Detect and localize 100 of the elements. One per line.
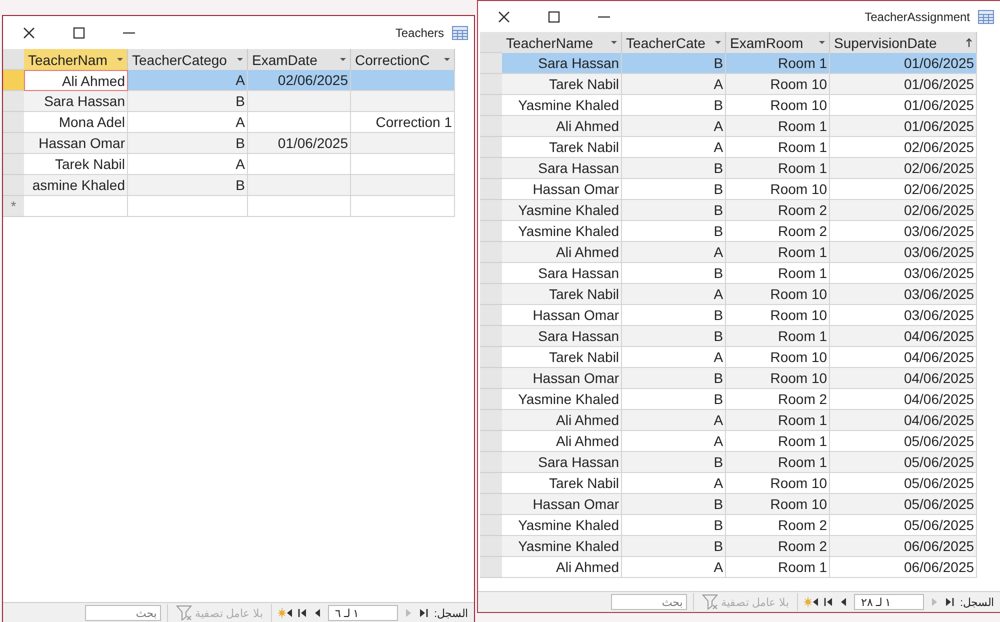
row-selector[interactable] <box>480 389 502 410</box>
row-selector[interactable] <box>480 368 502 389</box>
table-cell[interactable]: 05/06/2025 <box>830 452 978 473</box>
record-number-field[interactable]: ١ لـ ٢٨ <box>854 594 924 610</box>
table-cell[interactable]: A <box>622 116 726 137</box>
new-record-icon[interactable] <box>804 597 818 607</box>
table-cell[interactable]: Room 10 <box>726 284 830 305</box>
table-cell[interactable]: 03/06/2025 <box>830 284 978 305</box>
table-cell[interactable]: Ali Ahmed <box>24 70 128 91</box>
table-cell[interactable]: B <box>128 133 248 154</box>
table-cell[interactable]: Room 2 <box>726 200 830 221</box>
table-cell[interactable]: 06/06/2025 <box>830 536 978 557</box>
next-record-icon[interactable] <box>312 608 322 618</box>
row-selector[interactable] <box>480 410 502 431</box>
table-cell[interactable] <box>128 196 248 217</box>
table-cell[interactable]: Ali Ahmed <box>502 557 622 578</box>
next-record-icon[interactable] <box>838 597 848 607</box>
dropdown-caret-icon[interactable] <box>237 58 243 61</box>
table-cell[interactable]: Room 10 <box>726 74 830 95</box>
table-cell[interactable]: B <box>622 53 726 74</box>
table-cell[interactable]: B <box>622 368 726 389</box>
table-cell[interactable]: Room 1 <box>726 242 830 263</box>
row-selector[interactable] <box>3 112 24 133</box>
search-field[interactable]: بحث <box>84 605 161 621</box>
table-cell[interactable]: B <box>622 326 726 347</box>
table-cell[interactable]: A <box>622 74 726 95</box>
table-cell[interactable]: Hassan Omar <box>502 368 622 389</box>
row-selector[interactable] <box>480 158 502 179</box>
sort-ascending-icon[interactable] <box>966 37 972 48</box>
table-cell[interactable]: 02/06/2025 <box>830 200 978 221</box>
previous-record-icon[interactable] <box>930 597 939 607</box>
row-selector[interactable] <box>480 347 502 368</box>
table-cell[interactable]: 04/06/2025 <box>830 368 978 389</box>
table-cell[interactable]: Ali Ahmed <box>502 242 622 263</box>
table-cell[interactable]: 01/06/2025 <box>830 116 978 137</box>
dropdown-caret-icon[interactable] <box>444 58 450 61</box>
table-cell[interactable]: Sara Hassan <box>502 158 622 179</box>
table-cell[interactable]: 04/06/2025 <box>830 326 978 347</box>
row-selector[interactable] <box>480 179 502 200</box>
table-cell[interactable]: Ali Ahmed <box>502 410 622 431</box>
column-header[interactable]: TeacherNam <box>24 49 128 70</box>
table-cell[interactable]: A <box>622 242 726 263</box>
table-cell[interactable]: B <box>622 158 726 179</box>
table-cell[interactable]: A <box>622 284 726 305</box>
table-cell[interactable]: Hassan Omar <box>24 133 128 154</box>
dropdown-caret-icon[interactable] <box>117 58 123 61</box>
table-cell[interactable]: A <box>128 70 248 91</box>
table-cell[interactable] <box>248 196 351 217</box>
table-cell[interactable]: B <box>622 200 726 221</box>
last-record-icon[interactable] <box>824 597 833 607</box>
maximize-icon[interactable] <box>73 26 85 38</box>
table-cell[interactable]: Room 1 <box>726 53 830 74</box>
row-selector[interactable] <box>480 221 502 242</box>
table-cell[interactable]: Room 1 <box>726 158 830 179</box>
table-cell[interactable]: B <box>622 452 726 473</box>
row-selector[interactable] <box>3 133 24 154</box>
row-selector[interactable] <box>480 557 502 578</box>
column-header[interactable]: SupervisionDate <box>830 32 978 53</box>
table-cell[interactable]: Room 1 <box>726 410 830 431</box>
row-selector[interactable] <box>3 91 24 112</box>
last-record-icon[interactable] <box>298 608 307 618</box>
table-cell[interactable]: 01/06/2025 <box>248 133 351 154</box>
select-all-corner[interactable] <box>3 49 24 70</box>
row-selector[interactable] <box>3 154 24 175</box>
row-selector[interactable] <box>480 452 502 473</box>
table-cell[interactable] <box>351 196 455 217</box>
table-cell[interactable]: Tarek Nabil <box>502 284 622 305</box>
table-cell[interactable]: 02/06/2025 <box>248 70 351 91</box>
table-cell[interactable] <box>24 196 128 217</box>
new-record-icon[interactable] <box>278 608 292 618</box>
table-cell[interactable]: B <box>128 175 248 196</box>
table-cell[interactable]: Room 1 <box>726 452 830 473</box>
row-selector[interactable] <box>480 53 502 74</box>
row-selector[interactable] <box>480 284 502 305</box>
table-cell[interactable]: Sara Hassan <box>502 53 622 74</box>
row-selector[interactable] <box>480 305 502 326</box>
previous-record-icon[interactable] <box>404 608 413 618</box>
table-cell[interactable] <box>248 175 351 196</box>
table-cell[interactable] <box>351 133 455 154</box>
maximize-icon[interactable] <box>548 10 560 22</box>
table-cell[interactable] <box>351 91 455 112</box>
table-cell[interactable]: asmine Khaled <box>24 175 128 196</box>
table-cell[interactable]: Tarek Nabil <box>502 74 622 95</box>
row-selector[interactable] <box>480 326 502 347</box>
table-cell[interactable] <box>248 91 351 112</box>
table-cell[interactable]: A <box>622 410 726 431</box>
table-cell[interactable] <box>351 175 455 196</box>
table-cell[interactable]: Ali Ahmed <box>502 116 622 137</box>
table-cell[interactable]: Sara Hassan <box>502 452 622 473</box>
row-selector[interactable] <box>480 116 502 137</box>
table-cell[interactable]: Room 1 <box>726 557 830 578</box>
column-header[interactable]: TeacherName <box>502 32 622 53</box>
table-cell[interactable]: B <box>128 91 248 112</box>
row-selector[interactable] <box>480 473 502 494</box>
close-icon[interactable] <box>23 26 35 38</box>
row-selector[interactable] <box>480 536 502 557</box>
first-record-icon[interactable] <box>418 608 428 618</box>
column-header[interactable]: ExamDate <box>248 49 351 70</box>
table-cell[interactable]: 05/06/2025 <box>830 494 978 515</box>
dropdown-caret-icon[interactable] <box>611 41 618 44</box>
